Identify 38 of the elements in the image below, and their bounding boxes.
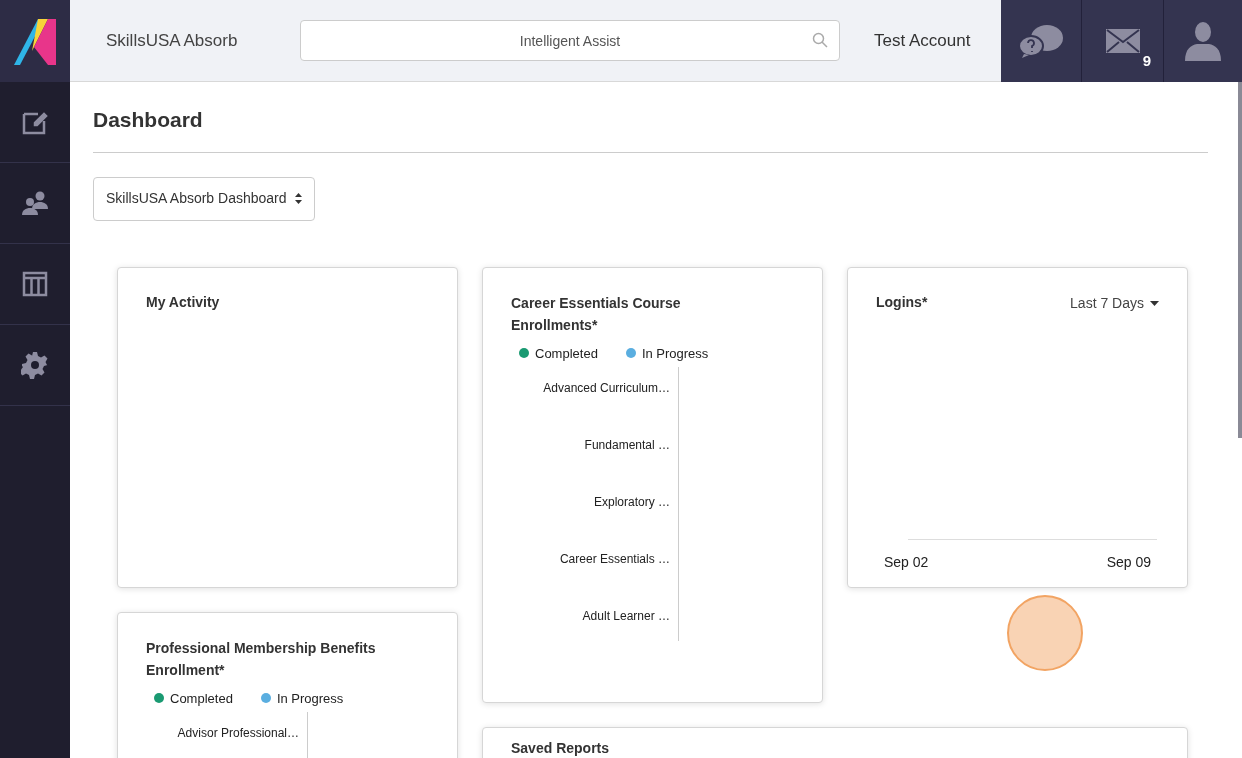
axis-label: Sep 09 — [1106, 552, 1151, 572]
card-title: My Activity — [146, 292, 221, 312]
message-count: 9 — [1142, 50, 1151, 71]
columns-icon — [22, 271, 48, 297]
settings-icon — [21, 351, 49, 379]
range-dropdown[interactable]: Last 7 Days — [1070, 292, 1159, 314]
scrollbar[interactable] — [1238, 82, 1242, 438]
legend-label: Completed — [170, 689, 233, 708]
card-title: Career Essentials Course Enrollments* — [511, 293, 682, 335]
caret-icon — [1150, 300, 1159, 306]
legend-label: In Progress — [276, 689, 344, 708]
account-name[interactable]: Test Account — [874, 27, 971, 54]
axis-label: Advanced Curriculum… — [543, 380, 670, 397]
search-field[interactable]: Intelligent Assist — [300, 20, 840, 61]
user-icon — [1185, 21, 1221, 61]
sort-caret-icon — [294, 193, 302, 204]
profile-button[interactable] — [1164, 0, 1242, 82]
card-title: Logins* — [876, 292, 928, 312]
axis-label: Advisor Professional… — [177, 725, 299, 742]
users-icon — [21, 190, 49, 216]
axis-label: Exploratory … — [593, 494, 670, 511]
card-title: Saved Reports — [511, 738, 611, 758]
messages-button[interactable]: 9 — [1082, 0, 1164, 82]
axis-label: Fundamental … — [584, 437, 670, 454]
envelope-icon — [1105, 29, 1140, 53]
axis-label: Adult Learner … — [582, 608, 670, 625]
page-title: Dashboard — [93, 107, 204, 133]
logo-icon[interactable] — [14, 17, 56, 65]
axis-label: Sep 02 — [884, 552, 929, 572]
legend-label: Completed — [535, 344, 598, 363]
help-chat-icon — [1018, 24, 1064, 58]
app-name: SkillsUSA Absorb — [106, 29, 239, 52]
help-chat-button[interactable] — [1001, 0, 1082, 82]
legend-label: In Progress — [641, 344, 709, 363]
dashboard-select[interactable]: SkillsUSA Absorb Dashboard — [93, 176, 315, 221]
axis-label: Career Essentials … — [559, 551, 670, 568]
card-title: Professional Membership Benefits Enrollment* — [146, 638, 377, 680]
search-icon — [812, 32, 828, 48]
